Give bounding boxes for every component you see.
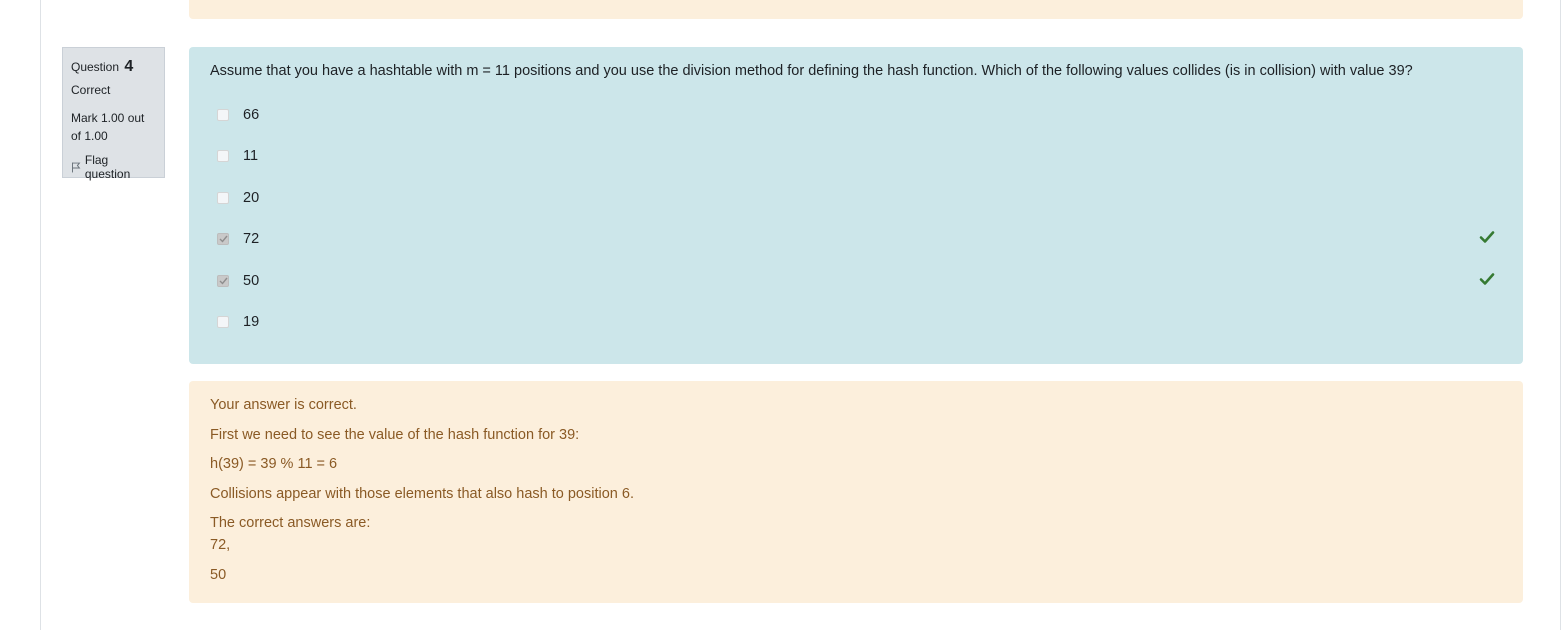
option-checkbox-checked[interactable] (217, 233, 229, 245)
option-label: 11 (243, 148, 259, 164)
right-answer-label: The correct answers are: (210, 515, 371, 531)
flag-icon (71, 162, 81, 172)
question-label: Question (71, 60, 120, 74)
option-label: 66 (243, 107, 260, 123)
checkmark-icon (219, 235, 228, 243)
option-checkbox[interactable] (217, 316, 229, 328)
option-label: 50 (243, 273, 260, 289)
question-number-value: 4 (124, 58, 134, 75)
answer-option[interactable]: 11 (217, 146, 258, 166)
answer-option[interactable]: 66 (217, 105, 259, 125)
answer-option[interactable]: 20 (217, 188, 259, 208)
flag-question-label[interactable]: Flag question (85, 153, 156, 181)
question-text: Assume that you have a hashtable with m … (210, 63, 1413, 79)
question-info: Question 4 Correct Mark 1.00 out of 1.00… (62, 47, 165, 181)
option-checkbox-checked[interactable] (217, 275, 229, 287)
answer-option[interactable]: 50 (217, 271, 259, 291)
option-checkbox[interactable] (217, 150, 229, 162)
correct-tick-icon (1479, 273, 1495, 285)
right-answer-value: 72, (210, 537, 231, 553)
option-checkbox[interactable] (217, 109, 229, 121)
question-feedback: Your answer is correct. First we need to… (189, 381, 1523, 603)
right-answer-value: 50 (210, 567, 227, 583)
option-label: 72 (243, 231, 260, 247)
answer-option[interactable]: 19 (217, 312, 259, 332)
option-checkbox[interactable] (217, 192, 229, 204)
question-grade: Mark 1.00 out of 1.00 (71, 111, 145, 143)
answer-option[interactable]: 72 (217, 229, 259, 249)
content-border-left (40, 0, 41, 630)
checkmark-icon (219, 277, 228, 285)
general-feedback-line: h(39) = 39 % 11 = 6 (210, 456, 338, 472)
flag-question-link[interactable]: Flag question (71, 153, 156, 181)
feedback-status: Your answer is correct. (210, 397, 357, 413)
previous-question-feedback (189, 0, 1523, 19)
general-feedback-line: First we need to see the value of the ha… (210, 427, 580, 443)
question-number: Question 4 (71, 56, 156, 78)
general-feedback-line: Collisions appear with those elements th… (210, 486, 634, 502)
question-content: Assume that you have a hashtable with m … (189, 47, 1523, 364)
correct-tick-icon (1479, 231, 1495, 243)
question-state: Correct (71, 83, 111, 97)
option-label: 20 (243, 190, 260, 206)
quiz-review-page: Question 4 Correct Mark 1.00 out of 1.00… (0, 0, 1561, 630)
option-label: 19 (243, 314, 260, 330)
